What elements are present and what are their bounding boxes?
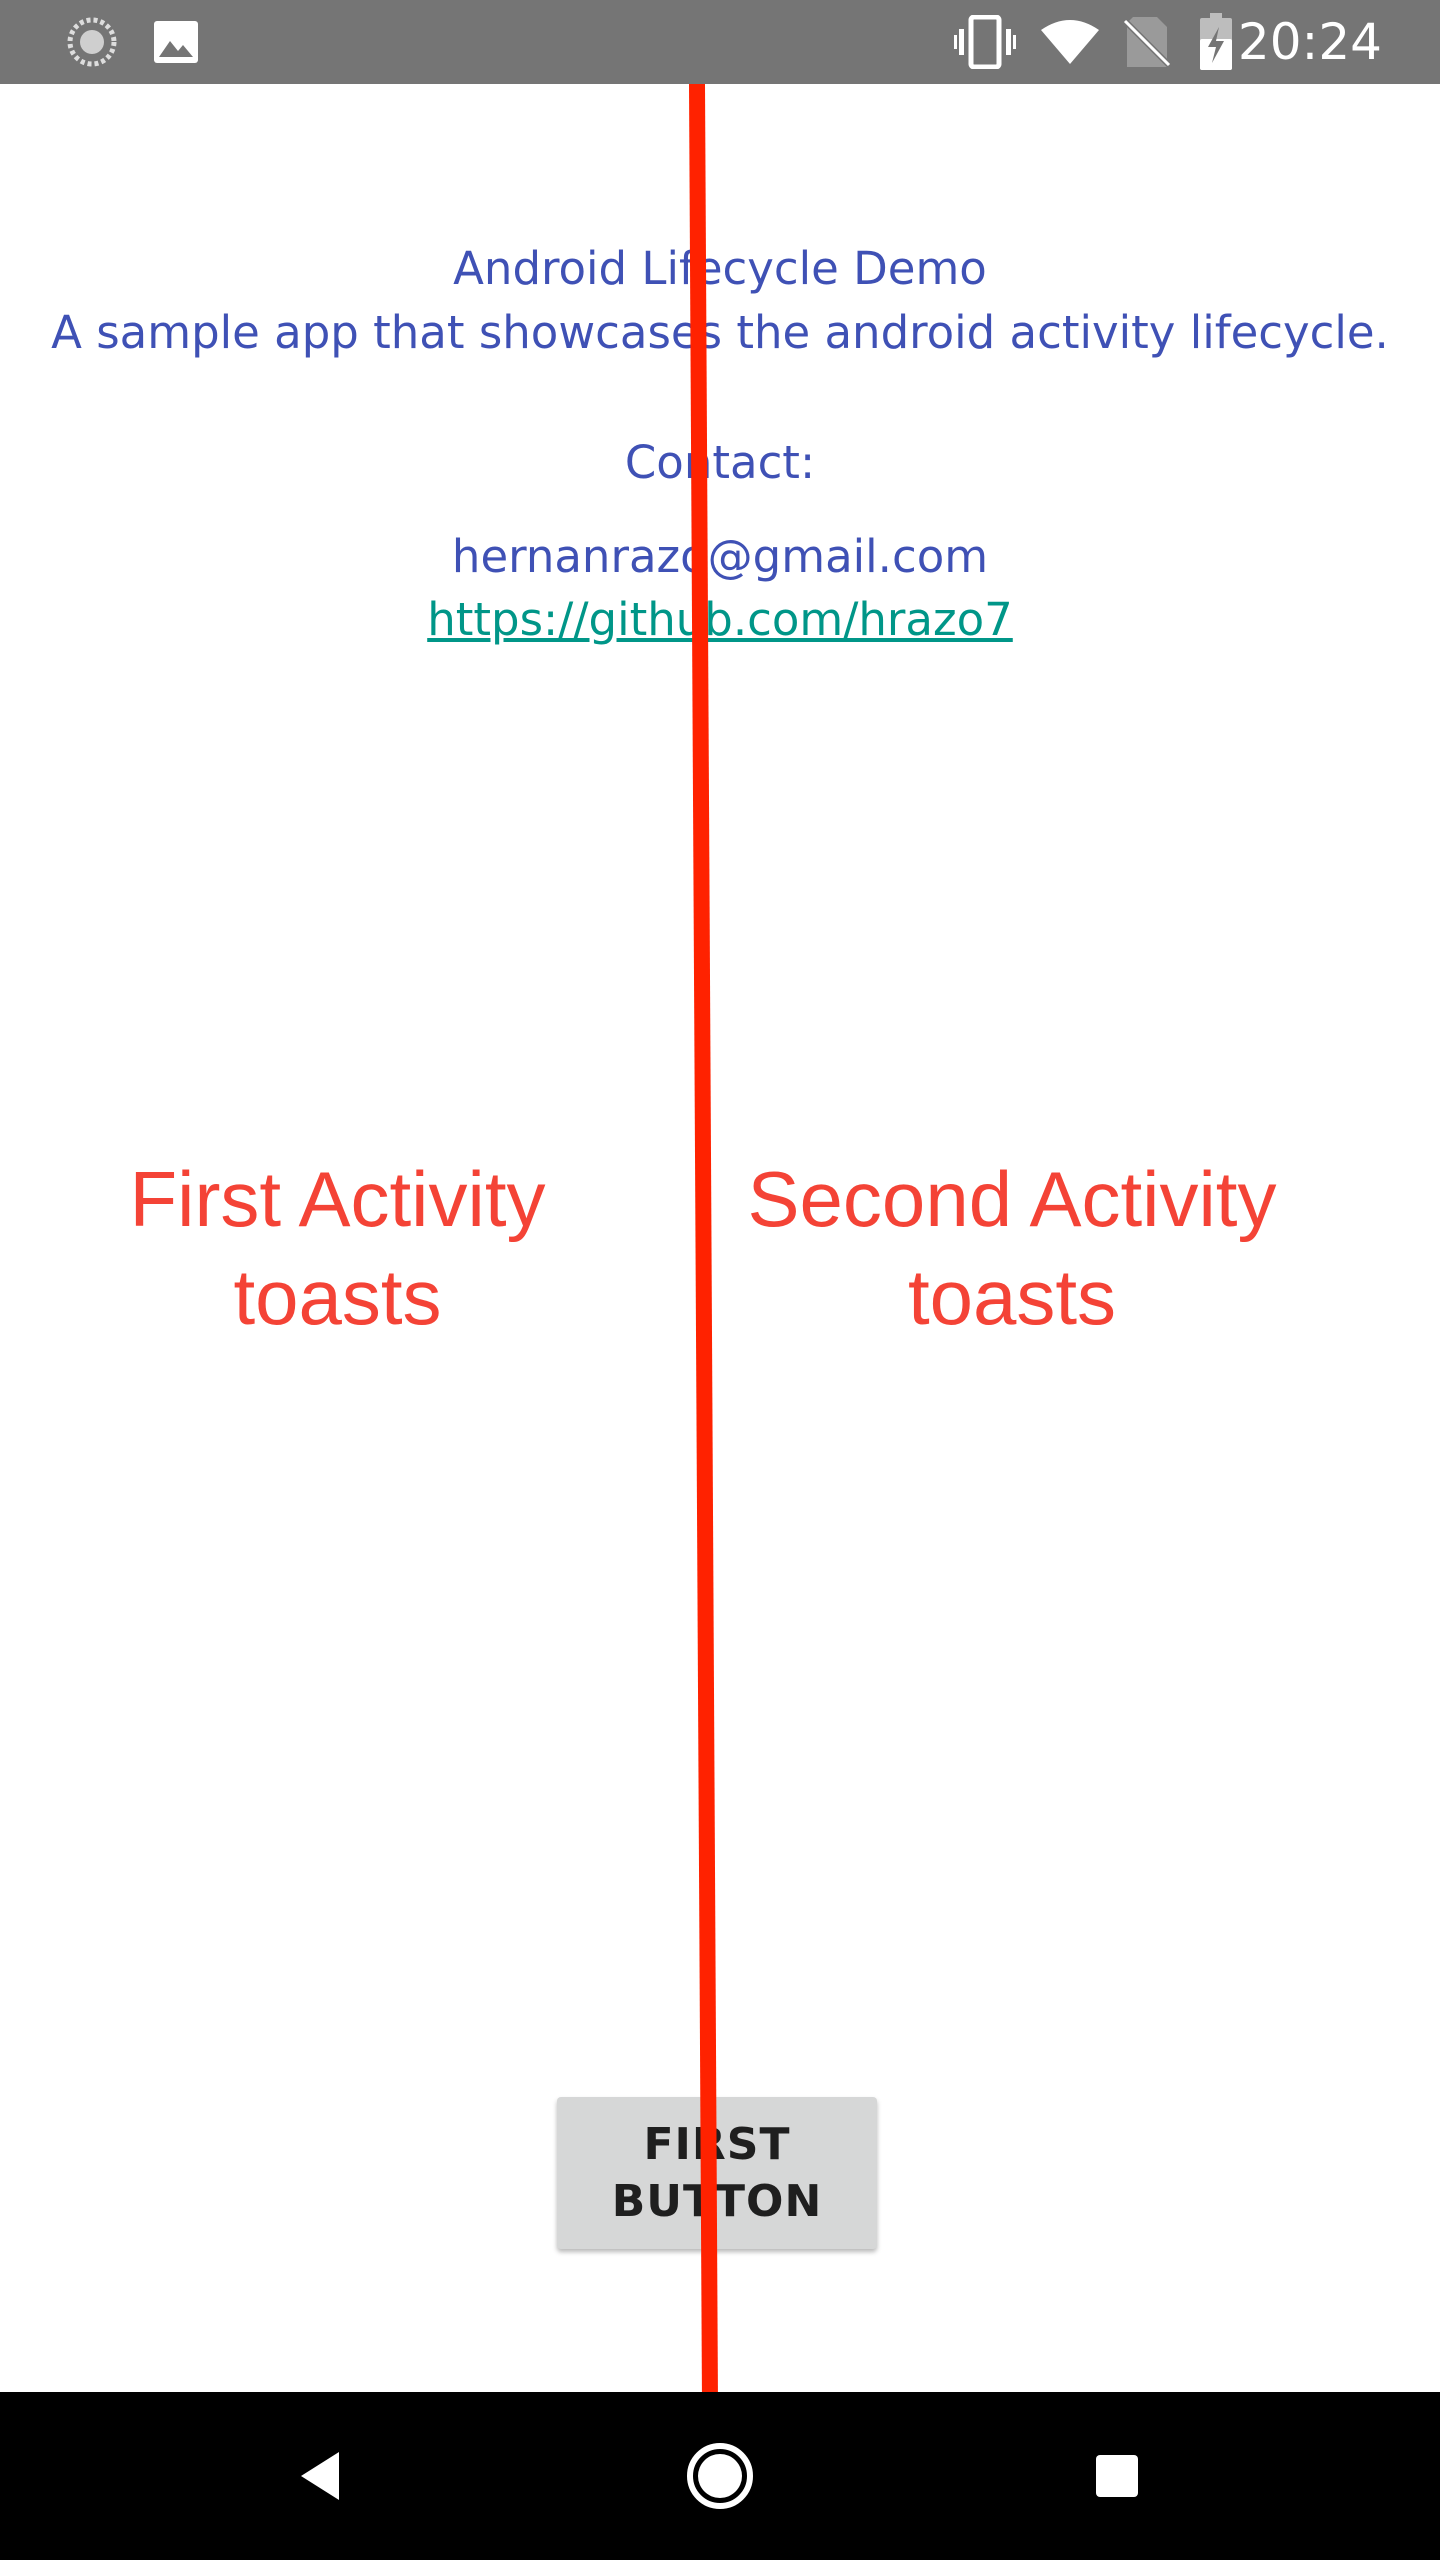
contact-email[interactable]: hernanrazo@gmail.com (0, 530, 1440, 583)
first-activity-annotation-line1: First Activity (129, 1155, 546, 1243)
first-activity-annotation-line2: toasts (233, 1253, 442, 1341)
second-activity-annotation-line2: toasts (907, 1253, 1117, 1341)
second-activity-annotation-line1: Second Activity (747, 1155, 1277, 1243)
battery-charging-icon (1196, 0, 1236, 84)
recents-icon (1096, 2455, 1138, 2497)
first-activity-annotation: First Activity toasts (60, 1150, 615, 1346)
first-button-label-line2: BUTTON (611, 2176, 823, 2227)
no-sim-icon (1120, 0, 1174, 84)
first-button-label-line1: FIRST (643, 2119, 791, 2170)
github-link[interactable]: https://github.com/hrazo7 (0, 593, 1440, 646)
back-icon (301, 2452, 339, 2500)
back-button[interactable] (236, 2392, 404, 2560)
recents-button[interactable] (1033, 2392, 1201, 2560)
image-notification-icon (148, 0, 204, 84)
screen: 20:24 Android Lifecycle Demo A sample ap… (0, 0, 1440, 2560)
navigation-bar (0, 2392, 1440, 2560)
vibrate-icon (952, 0, 1018, 84)
contact-label: Contact: (624, 436, 816, 489)
status-time: 20:24 (1237, 13, 1382, 71)
first-button[interactable]: FIRST BUTTON (557, 2097, 877, 2249)
home-button[interactable] (636, 2392, 804, 2560)
second-activity-annotation: Second Activity toasts (712, 1150, 1312, 1346)
app-title: Android Lifecycle Demo (453, 242, 987, 295)
home-icon (687, 2443, 753, 2509)
wifi-icon (1038, 0, 1102, 84)
app-subtitle: A sample app that showcases the android … (51, 306, 1389, 359)
status-bar: 20:24 (0, 0, 1440, 84)
sync-icon (60, 0, 124, 84)
